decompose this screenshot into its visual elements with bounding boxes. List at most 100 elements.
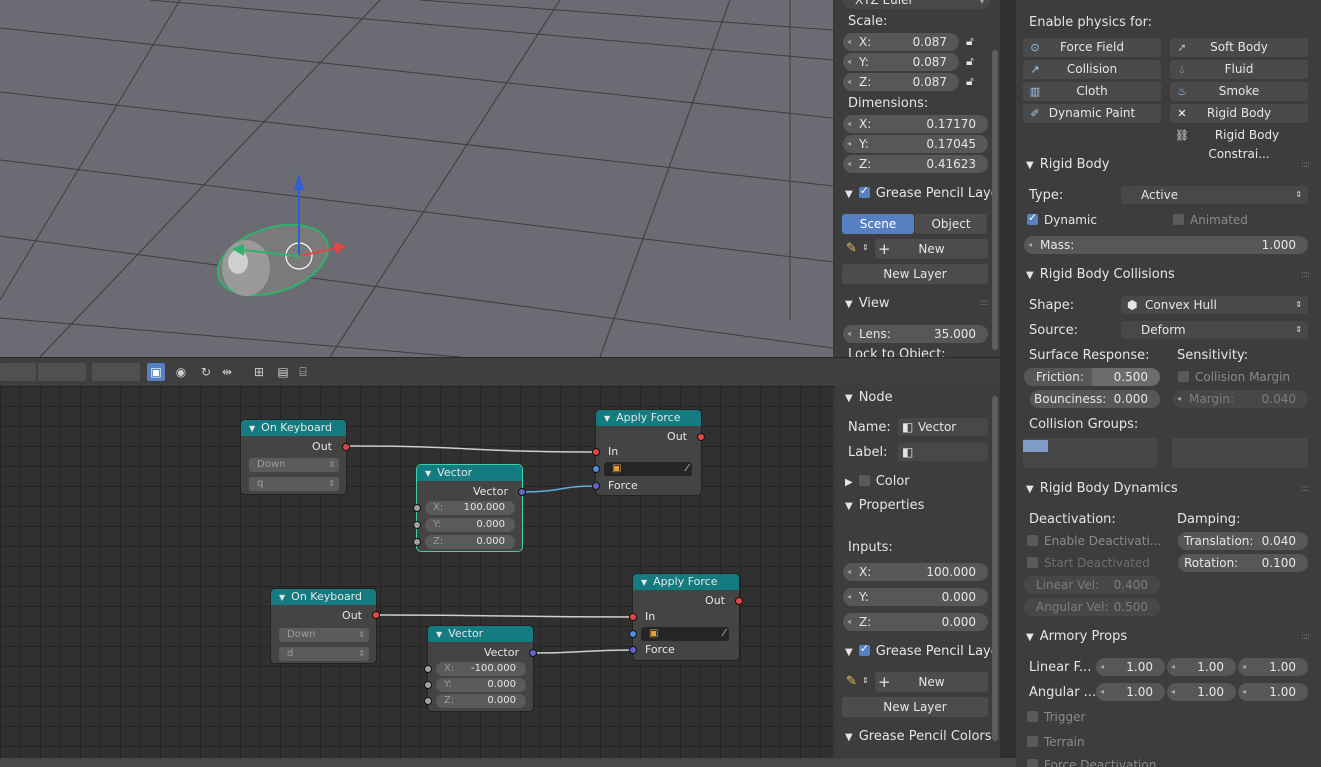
key-select[interactable]: d ⇕ <box>279 647 369 661</box>
scale-y-field[interactable]: ◂ Y: 0.087 <box>843 53 959 71</box>
drag-grip-icon[interactable]: :::: <box>980 298 989 308</box>
lock-icon[interactable]: 🔓︎ <box>966 54 974 69</box>
object-socket[interactable] <box>629 630 637 638</box>
drag-grip-icon[interactable]: :::: <box>1301 160 1310 170</box>
grease-pencil-checkbox[interactable] <box>858 642 870 656</box>
event-select[interactable]: Down ⇕ <box>279 628 369 642</box>
smoke-button[interactable]: ♨ Smoke <box>1170 82 1308 101</box>
vector-node-2[interactable]: ▼ Vector Vector X: -100.000 Y: 0.000 Z: 0… <box>424 626 537 711</box>
rigid-body-dynamics-header[interactable]: ▼ Rigid Body Dynamics <box>1026 481 1178 496</box>
collision-group-1[interactable] <box>1023 440 1048 452</box>
out-socket[interactable] <box>342 443 350 451</box>
force-deactivation-checkbox[interactable]: Force Deactivation <box>1027 758 1156 767</box>
key-select[interactable]: q ⇕ <box>249 477 339 491</box>
cloth-button[interactable]: ▥ Cloth <box>1023 82 1161 101</box>
rotation-slider[interactable]: Rotation: 0.100 <box>1178 554 1308 572</box>
scale-z-field[interactable]: ◂ Z: 0.087 <box>843 73 959 91</box>
on-keyboard-node-1[interactable]: ▼ On Keyboard Out Down ⇕ q ⇕ <box>241 420 350 494</box>
mass-field[interactable]: ◂ Mass: 1.000 <box>1024 236 1308 254</box>
z-in-socket[interactable] <box>424 697 432 705</box>
pencil-icon[interactable]: ✎ <box>846 674 857 689</box>
angular-factor-x[interactable]: ◂ 1.00 <box>1096 683 1165 701</box>
object-socket[interactable] <box>592 465 600 473</box>
new-grease-pencil-button-2[interactable]: + New <box>875 672 988 692</box>
vector-x-field[interactable]: X: -100.000 <box>436 662 526 676</box>
y-in-socket[interactable] <box>424 681 432 689</box>
shape-select[interactable]: ⬢ Convex Hull ⇕ <box>1121 296 1308 314</box>
new-layer-button-2[interactable]: New Layer <box>842 697 988 717</box>
collision-groups-grid-left[interactable] <box>1023 438 1157 468</box>
sidebar-scrollbar[interactable] <box>992 50 998 350</box>
linear-factor-z[interactable]: ◂ 1.00 <box>1238 658 1308 676</box>
source-select[interactable]: Deform ⇕ <box>1121 321 1308 339</box>
force-field-button[interactable]: ⊙ Force Field <box>1023 38 1161 57</box>
vector-out-socket[interactable] <box>529 649 537 657</box>
drag-grip-icon[interactable]: :::: <box>1301 632 1310 642</box>
header-segment[interactable] <box>0 363 36 381</box>
soft-body-button[interactable]: ➚ Soft Body <box>1170 38 1308 57</box>
type-select[interactable]: Active ⇕ <box>1121 186 1308 204</box>
tab-scene[interactable]: Scene <box>842 214 914 234</box>
armory-props-header[interactable]: ▼ Armory Props <box>1026 629 1127 644</box>
grease-pencil-colors-header[interactable]: ▼ Grease Pencil Colors <box>845 729 992 744</box>
lens-field[interactable]: ◂ Lens: 35.000 <box>843 325 988 343</box>
apply-force-node-1[interactable]: ▼ Apply Force Out In ▣ ⁄ Force <box>592 410 705 495</box>
fluid-button[interactable]: 💧︎ Fluid <box>1170 60 1308 79</box>
linear-factor-x[interactable]: ◂ 1.00 <box>1096 658 1165 676</box>
node-name-field[interactable]: ◧ Vector <box>898 418 988 436</box>
tab-object[interactable]: Object <box>915 214 987 234</box>
angular-factor-z[interactable]: ◂ 1.00 <box>1238 683 1308 701</box>
grease-pencil-layers-header[interactable]: ▼Grease Pencil Laye <box>845 184 999 201</box>
clapper-icon[interactable]: ⌸ <box>294 363 312 381</box>
margin-field[interactable]: ◂ Margin: 0.040 <box>1173 390 1308 408</box>
on-keyboard-node-2[interactable]: ▼ On Keyboard Out Down ⇕ d ⇕ <box>271 589 380 663</box>
terrain-checkbox[interactable]: Terrain <box>1027 735 1085 749</box>
vector-y-field[interactable]: Y: 0.000 <box>425 518 515 532</box>
rigid-body-button[interactable]: ✕ Rigid Body <box>1170 104 1308 123</box>
vector-out-socket[interactable] <box>518 488 526 496</box>
grease-pencil-layers-header-2[interactable]: ▼Grease Pencil Laye <box>845 642 999 659</box>
properties-panel-header[interactable]: ▼ Properties <box>845 498 924 513</box>
friction-slider[interactable]: Friction: 0.500 <box>1024 368 1160 386</box>
apply-force-node-2[interactable]: ▼ Apply Force Out In ▣ ⁄ Force <box>629 574 743 660</box>
pencil-icon[interactable]: ✎ <box>846 241 857 256</box>
grid-icon[interactable]: ⊞ <box>250 363 268 381</box>
linear-factor-y[interactable]: ◂ 1.00 <box>1167 658 1236 676</box>
lock-icon[interactable]: 🔓︎ <box>966 74 974 89</box>
dynamic-checkbox[interactable]: Dynamic <box>1027 211 1097 227</box>
y-in-socket[interactable] <box>413 521 421 529</box>
dimension-y-field[interactable]: ◂ Y: 0.17045 <box>843 135 988 153</box>
mirror-icon[interactable]: ⇹ <box>218 363 236 381</box>
linear-velocity-field[interactable]: Linear Vel: 0.400 <box>1024 576 1160 594</box>
out-socket[interactable] <box>697 433 705 441</box>
collision-margin-checkbox[interactable]: Collision Margin <box>1178 370 1290 384</box>
node-label-field[interactable]: ◧ <box>898 443 988 461</box>
view-panel-header[interactable]: ▼ View <box>845 296 890 311</box>
x-in-socket[interactable] <box>424 665 432 673</box>
animated-checkbox[interactable]: Animated <box>1173 213 1248 227</box>
object-field[interactable]: ▣ ⁄ <box>641 627 729 641</box>
collision-button[interactable]: ↗ Collision <box>1023 60 1161 79</box>
render-icon[interactable]: ▤ <box>274 363 292 381</box>
input-y-field[interactable]: ◂ Y: 0.000 <box>843 588 988 606</box>
lock-camera-icon[interactable]: ▣ <box>147 363 165 381</box>
dimension-z-field[interactable]: ◂ Z: 0.41623 <box>843 155 988 173</box>
3d-viewport[interactable] <box>0 0 833 357</box>
new-grease-pencil-button[interactable]: + New <box>875 239 988 259</box>
angular-velocity-field[interactable]: Angular Vel: 0.500 <box>1024 598 1160 616</box>
rigid-body-collisions-header[interactable]: ▼ Rigid Body Collisions <box>1026 267 1175 282</box>
snap-icon[interactable]: ↻ <box>197 363 215 381</box>
grease-pencil-checkbox[interactable] <box>858 184 870 198</box>
angular-factor-y[interactable]: ◂ 1.00 <box>1167 683 1236 701</box>
layer-buttons[interactable] <box>38 363 86 381</box>
rigid-body-constraint-button[interactable]: ⛓︎ Rigid Body Constrai... <box>1170 126 1308 161</box>
vector-node-1[interactable]: ▼ Vector Vector X: 100.000 Y: 0.000 Z: 0.… <box>413 465 526 551</box>
event-select[interactable]: Down ⇕ <box>249 458 339 472</box>
color-checkbox[interactable] <box>858 475 870 486</box>
dimension-x-field[interactable]: ◂ X: 0.17170 <box>843 115 988 133</box>
start-deactivated-checkbox[interactable]: Start Deactivated <box>1027 556 1150 570</box>
drag-grip-icon[interactable]: :::: <box>1301 270 1310 280</box>
out-socket[interactable] <box>735 597 743 605</box>
collision-groups-grid-right[interactable] <box>1172 438 1308 468</box>
input-x-field[interactable]: ◂ X: 100.000 <box>843 563 988 581</box>
